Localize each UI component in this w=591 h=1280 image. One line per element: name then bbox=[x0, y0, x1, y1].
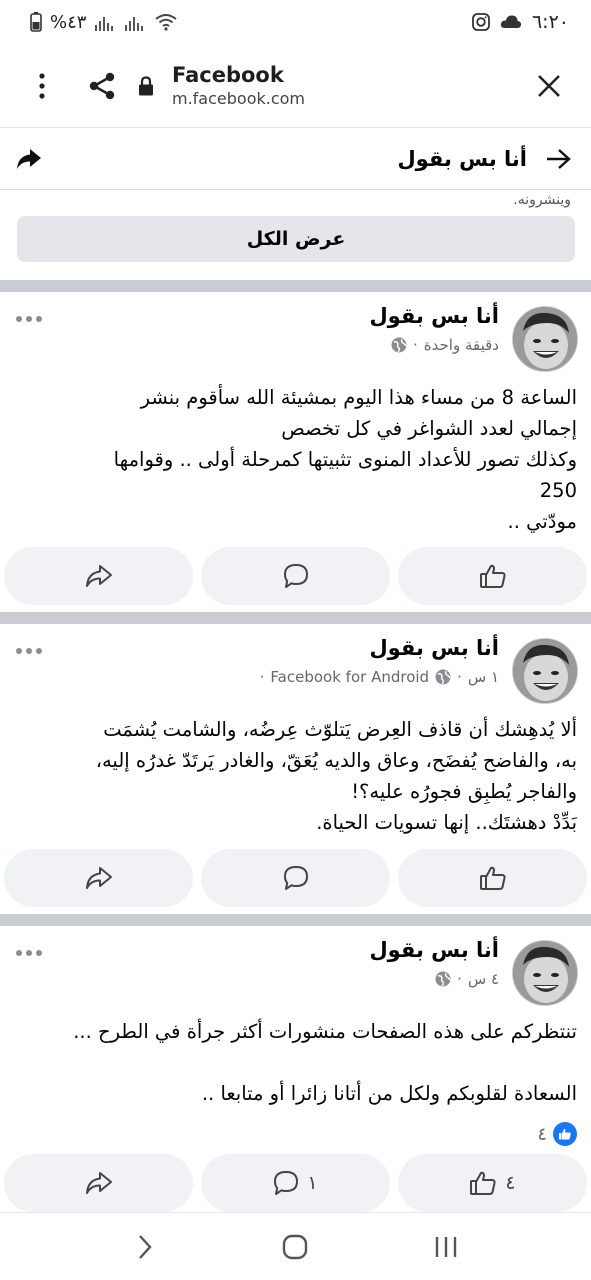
post-body: تنتظركم على هذه الصفحات منشورات أكثر جرأ… bbox=[14, 1016, 577, 1109]
post-header: أنا بس بقول ١ س · Facebook for Android · bbox=[0, 624, 591, 704]
post-line: والفاجر يُطبِق فجورُه عليه؟! bbox=[351, 780, 577, 803]
back-arrow-icon[interactable] bbox=[545, 148, 571, 170]
post-time[interactable]: ١ س bbox=[468, 668, 499, 686]
post-body: ألا يُدهِشك أن قاذف العِرض يَتلوّث عِرضُ… bbox=[14, 714, 577, 838]
meta-dot: · bbox=[457, 668, 462, 686]
see-all-button[interactable]: عرض الكل bbox=[17, 216, 575, 262]
recents-icon[interactable] bbox=[416, 1217, 476, 1277]
signal-2-icon bbox=[124, 13, 146, 31]
post-author[interactable]: أنا بس بقول bbox=[369, 636, 499, 660]
more-options-icon[interactable] bbox=[16, 316, 42, 322]
more-options-icon[interactable] bbox=[16, 648, 42, 654]
wifi-icon bbox=[154, 13, 178, 31]
page-title-group: أنا بس بقول bbox=[397, 147, 571, 171]
reaction-count: ٤ bbox=[537, 1123, 547, 1145]
instagram-icon bbox=[472, 13, 490, 31]
post-time[interactable]: ٤ س bbox=[468, 970, 499, 988]
post-meta: ٤ س · bbox=[435, 970, 499, 988]
share-icon[interactable] bbox=[82, 66, 122, 106]
post-actions bbox=[4, 849, 587, 907]
post-author[interactable]: أنا بس بقول bbox=[369, 304, 499, 328]
post-card: أنا بس بقول ١ س · Facebook for Android ·… bbox=[0, 624, 591, 914]
truncated-text: وينشرونه. bbox=[513, 192, 571, 208]
like-button[interactable] bbox=[398, 849, 587, 907]
comment-count: ١ bbox=[307, 1172, 318, 1194]
more-vert-icon[interactable] bbox=[22, 66, 62, 106]
avatar[interactable] bbox=[512, 638, 578, 704]
post-meta: دقيقة واحدة · bbox=[391, 336, 499, 354]
post-line: مودّتي .. bbox=[507, 510, 577, 533]
share-button[interactable] bbox=[4, 547, 193, 605]
post-line: الساعة 8 من مساء هذا اليوم بمشيئة الله س… bbox=[140, 386, 577, 409]
post-line: تنتظركم على هذه الصفحات منشورات أكثر جرأ… bbox=[73, 1020, 577, 1043]
share-page-icon[interactable] bbox=[16, 148, 42, 170]
post-line: بَدِّدْ دهشتَك.. إنها تسويات الحياة. bbox=[316, 811, 577, 834]
meta-dot: · bbox=[259, 668, 265, 686]
post-header: أنا بس بقول دقيقة واحدة · bbox=[0, 292, 591, 372]
post-line: السعادة لقلوبكم ولكل من أتانا زائرا أو م… bbox=[201, 1082, 577, 1105]
post-app[interactable]: Facebook for Android bbox=[270, 668, 429, 686]
page-header: أنا بس بقول bbox=[0, 128, 591, 190]
comment-button[interactable] bbox=[201, 547, 390, 605]
close-icon[interactable] bbox=[529, 66, 569, 106]
comment-button[interactable]: ١ bbox=[201, 1154, 390, 1212]
share-button[interactable] bbox=[4, 849, 193, 907]
battery-icon bbox=[30, 12, 42, 32]
cloud-icon bbox=[500, 14, 522, 30]
globe-icon bbox=[391, 337, 407, 353]
reaction-summary[interactable]: ٤ bbox=[537, 1122, 577, 1146]
post-card: أنا بس بقول دقيقة واحدة · الساعة 8 من مس… bbox=[0, 292, 591, 612]
post-line: به، والفاضح يُفضَح، وعاق والديه يُعَقّ، … bbox=[95, 749, 577, 772]
separator bbox=[0, 280, 591, 292]
page-title: أنا بس بقول bbox=[397, 146, 527, 171]
meta-dot: · bbox=[457, 970, 462, 988]
share-button[interactable] bbox=[4, 1154, 193, 1212]
more-options-icon[interactable] bbox=[16, 950, 42, 956]
post-actions bbox=[4, 547, 587, 605]
post-actions: ١ ٤ bbox=[4, 1154, 587, 1212]
like-reaction-icon bbox=[553, 1122, 577, 1146]
post-card: أنا بس بقول ٤ س · تنتظركم على هذه الصفحا… bbox=[0, 926, 591, 1212]
separator bbox=[0, 612, 591, 624]
post-line bbox=[14, 1047, 577, 1078]
browser-title[interactable]: Facebook m.facebook.com bbox=[172, 63, 305, 107]
like-button[interactable] bbox=[398, 547, 587, 605]
site-url: m.facebook.com bbox=[172, 88, 306, 108]
like-button[interactable]: ٤ bbox=[398, 1154, 587, 1212]
avatar[interactable] bbox=[512, 306, 578, 372]
battery-percent: %٤٣ bbox=[50, 11, 87, 33]
back-icon[interactable] bbox=[115, 1217, 175, 1277]
signal-icon bbox=[94, 13, 116, 31]
comment-button[interactable] bbox=[201, 849, 390, 907]
status-right: ٦:٢٠ bbox=[472, 11, 569, 33]
post-body: الساعة 8 من مساء هذا اليوم بمشيئة الله س… bbox=[14, 382, 577, 537]
status-left: %٤٣ bbox=[30, 12, 178, 33]
post-line: إجمالي لعدد الشواغر في كل تخصص bbox=[281, 417, 577, 440]
lock-icon bbox=[132, 66, 160, 106]
browser-toolbar: Facebook m.facebook.com bbox=[0, 44, 591, 128]
separator bbox=[0, 914, 591, 926]
post-meta: ١ س · Facebook for Android · bbox=[260, 668, 499, 686]
post-time[interactable]: دقيقة واحدة bbox=[424, 336, 499, 354]
post-line: ألا يُدهِشك أن قاذف العِرض يَتلوّث عِرضُ… bbox=[103, 718, 577, 741]
like-count: ٤ bbox=[505, 1172, 516, 1194]
clock: ٦:٢٠ bbox=[531, 11, 569, 33]
avatar[interactable] bbox=[512, 940, 578, 1006]
meta-dot: · bbox=[413, 336, 418, 354]
post-line: 250 bbox=[539, 479, 577, 502]
globe-icon bbox=[435, 669, 451, 685]
post-author[interactable]: أنا بس بقول bbox=[369, 938, 499, 962]
post-header: أنا بس بقول ٤ س · bbox=[0, 926, 591, 1006]
post-line: وكذلك تصور للأعداد المنوى تثبيتها كمرحلة… bbox=[113, 448, 577, 471]
home-icon[interactable] bbox=[265, 1217, 325, 1277]
status-bar: %٤٣ ٦:٢٠ bbox=[0, 0, 591, 44]
system-nav-bar bbox=[0, 1212, 591, 1280]
site-title: Facebook bbox=[172, 63, 284, 88]
globe-icon bbox=[435, 971, 451, 987]
